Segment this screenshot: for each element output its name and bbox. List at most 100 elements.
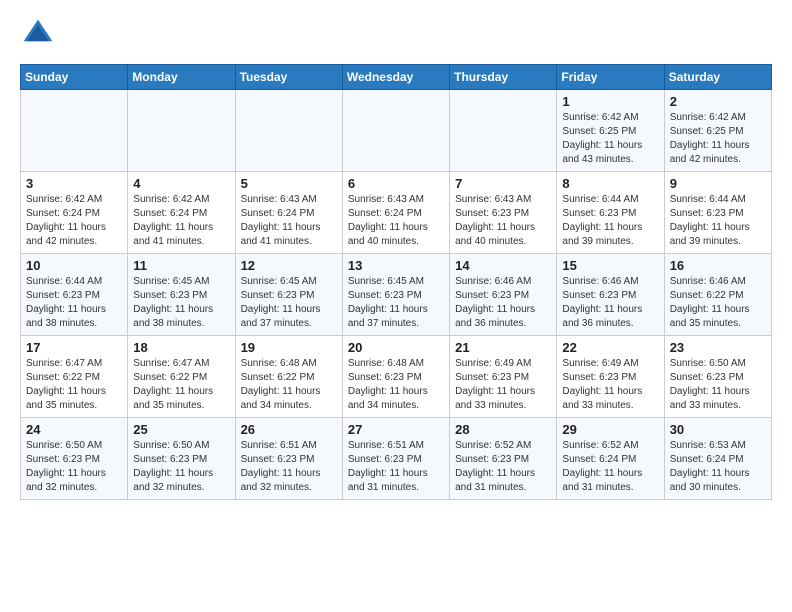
- day-number: 3: [26, 176, 122, 191]
- day-number: 30: [670, 422, 766, 437]
- calendar-header: SundayMondayTuesdayWednesdayThursdayFrid…: [21, 65, 772, 90]
- day-cell: 5 Sunrise: 6:43 AM Sunset: 6:24 PM Daylig…: [235, 172, 342, 254]
- day-number: 16: [670, 258, 766, 273]
- day-cell: 4 Sunrise: 6:42 AM Sunset: 6:24 PM Daylig…: [128, 172, 235, 254]
- day-number: 22: [562, 340, 658, 355]
- day-info: Sunrise: 6:45 AM Sunset: 6:23 PM Dayligh…: [133, 275, 229, 331]
- week-row-5: 24 Sunrise: 6:50 AM Sunset: 6:23 PM Dayli…: [21, 418, 772, 500]
- day-number: 8: [562, 176, 658, 191]
- day-cell: 7 Sunrise: 6:43 AM Sunset: 6:23 PM Daylig…: [450, 172, 557, 254]
- day-cell: [21, 90, 128, 172]
- week-row-4: 17 Sunrise: 6:47 AM Sunset: 6:22 PM Dayli…: [21, 336, 772, 418]
- day-cell: 24Sunrise: 6:50 AM Sunset: 6:23 PM Dayli…: [21, 418, 128, 500]
- day-cell: 27 Sunrise: 6:51 AM Sunset: 6:23 PM Dayli…: [342, 418, 449, 500]
- header: [20, 16, 772, 52]
- day-number: 9: [670, 176, 766, 191]
- day-info: Sunrise: 6:42 AM Sunset: 6:24 PM Dayligh…: [26, 193, 122, 249]
- day-cell: 9 Sunrise: 6:44 AM Sunset: 6:23 PM Daylig…: [664, 172, 771, 254]
- day-info: Sunrise: 6:50 AM Sunset: 6:23 PM Dayligh…: [133, 439, 229, 495]
- day-info: Sunrise: 6:48 AM Sunset: 6:22 PM Dayligh…: [241, 357, 337, 413]
- day-cell: 17Sunrise: 6:47 AM Sunset: 6:22 PM Dayli…: [21, 336, 128, 418]
- day-cell: 2 Sunrise: 6:42 AM Sunset: 6:25 PM Daylig…: [664, 90, 771, 172]
- day-number: 12: [241, 258, 337, 273]
- logo-icon: [20, 16, 56, 52]
- day-info: Sunrise: 6:44 AM Sunset: 6:23 PM Dayligh…: [562, 193, 658, 249]
- day-number: 27: [348, 422, 444, 437]
- week-row-3: 10Sunrise: 6:44 AM Sunset: 6:23 PM Dayli…: [21, 254, 772, 336]
- day-info: Sunrise: 6:47 AM Sunset: 6:22 PM Dayligh…: [133, 357, 229, 413]
- day-number: 11: [133, 258, 229, 273]
- calendar: SundayMondayTuesdayWednesdayThursdayFrid…: [20, 64, 772, 500]
- day-info: Sunrise: 6:42 AM Sunset: 6:25 PM Dayligh…: [670, 111, 766, 167]
- day-info: Sunrise: 6:46 AM Sunset: 6:23 PM Dayligh…: [562, 275, 658, 331]
- day-cell: [235, 90, 342, 172]
- day-cell: 15 Sunrise: 6:46 AM Sunset: 6:23 PM Dayli…: [557, 254, 664, 336]
- day-cell: 26 Sunrise: 6:51 AM Sunset: 6:23 PM Dayli…: [235, 418, 342, 500]
- day-cell: 1 Sunrise: 6:42 AM Sunset: 6:25 PM Daylig…: [557, 90, 664, 172]
- day-number: 19: [241, 340, 337, 355]
- day-cell: 6Sunrise: 6:43 AM Sunset: 6:24 PM Daylig…: [342, 172, 449, 254]
- day-info: Sunrise: 6:51 AM Sunset: 6:23 PM Dayligh…: [348, 439, 444, 495]
- day-cell: 3 Sunrise: 6:42 AM Sunset: 6:24 PM Daylig…: [21, 172, 128, 254]
- logo: [20, 16, 62, 52]
- page: SundayMondayTuesdayWednesdayThursdayFrid…: [0, 0, 792, 612]
- day-cell: 19 Sunrise: 6:48 AM Sunset: 6:22 PM Dayli…: [235, 336, 342, 418]
- day-number: 23: [670, 340, 766, 355]
- day-info: Sunrise: 6:46 AM Sunset: 6:22 PM Dayligh…: [670, 275, 766, 331]
- day-number: 5: [241, 176, 337, 191]
- day-cell: 14 Sunrise: 6:46 AM Sunset: 6:23 PM Dayli…: [450, 254, 557, 336]
- day-info: Sunrise: 6:44 AM Sunset: 6:23 PM Dayligh…: [26, 275, 122, 331]
- week-row-1: 1 Sunrise: 6:42 AM Sunset: 6:25 PM Daylig…: [21, 90, 772, 172]
- day-header-tuesday: Tuesday: [235, 65, 342, 90]
- day-number: 29: [562, 422, 658, 437]
- day-cell: [128, 90, 235, 172]
- day-number: 2: [670, 94, 766, 109]
- day-cell: 13Sunrise: 6:45 AM Sunset: 6:23 PM Dayli…: [342, 254, 449, 336]
- calendar-body: 1 Sunrise: 6:42 AM Sunset: 6:25 PM Daylig…: [21, 90, 772, 500]
- day-info: Sunrise: 6:43 AM Sunset: 6:23 PM Dayligh…: [455, 193, 551, 249]
- day-cell: 29 Sunrise: 6:52 AM Sunset: 6:24 PM Dayli…: [557, 418, 664, 500]
- day-info: Sunrise: 6:42 AM Sunset: 6:24 PM Dayligh…: [133, 193, 229, 249]
- day-cell: [450, 90, 557, 172]
- day-info: Sunrise: 6:44 AM Sunset: 6:23 PM Dayligh…: [670, 193, 766, 249]
- day-info: Sunrise: 6:49 AM Sunset: 6:23 PM Dayligh…: [562, 357, 658, 413]
- day-cell: 25 Sunrise: 6:50 AM Sunset: 6:23 PM Dayli…: [128, 418, 235, 500]
- day-info: Sunrise: 6:43 AM Sunset: 6:24 PM Dayligh…: [241, 193, 337, 249]
- day-header-thursday: Thursday: [450, 65, 557, 90]
- day-info: Sunrise: 6:51 AM Sunset: 6:23 PM Dayligh…: [241, 439, 337, 495]
- day-info: Sunrise: 6:53 AM Sunset: 6:24 PM Dayligh…: [670, 439, 766, 495]
- day-info: Sunrise: 6:45 AM Sunset: 6:23 PM Dayligh…: [348, 275, 444, 331]
- day-number: 15: [562, 258, 658, 273]
- day-number: 1: [562, 94, 658, 109]
- day-info: Sunrise: 6:43 AM Sunset: 6:24 PM Dayligh…: [348, 193, 444, 249]
- day-number: 17: [26, 340, 122, 355]
- day-cell: 30 Sunrise: 6:53 AM Sunset: 6:24 PM Dayli…: [664, 418, 771, 500]
- day-info: Sunrise: 6:46 AM Sunset: 6:23 PM Dayligh…: [455, 275, 551, 331]
- day-cell: 10Sunrise: 6:44 AM Sunset: 6:23 PM Dayli…: [21, 254, 128, 336]
- day-number: 21: [455, 340, 551, 355]
- week-row-2: 3 Sunrise: 6:42 AM Sunset: 6:24 PM Daylig…: [21, 172, 772, 254]
- day-cell: 23 Sunrise: 6:50 AM Sunset: 6:23 PM Dayli…: [664, 336, 771, 418]
- day-header-wednesday: Wednesday: [342, 65, 449, 90]
- day-number: 24: [26, 422, 122, 437]
- day-cell: 8 Sunrise: 6:44 AM Sunset: 6:23 PM Daylig…: [557, 172, 664, 254]
- day-info: Sunrise: 6:45 AM Sunset: 6:23 PM Dayligh…: [241, 275, 337, 331]
- day-number: 4: [133, 176, 229, 191]
- day-cell: 12 Sunrise: 6:45 AM Sunset: 6:23 PM Dayli…: [235, 254, 342, 336]
- day-number: 14: [455, 258, 551, 273]
- day-number: 25: [133, 422, 229, 437]
- day-info: Sunrise: 6:52 AM Sunset: 6:23 PM Dayligh…: [455, 439, 551, 495]
- day-header-sunday: Sunday: [21, 65, 128, 90]
- day-number: 7: [455, 176, 551, 191]
- day-header-saturday: Saturday: [664, 65, 771, 90]
- day-cell: 18Sunrise: 6:47 AM Sunset: 6:22 PM Dayli…: [128, 336, 235, 418]
- day-info: Sunrise: 6:42 AM Sunset: 6:25 PM Dayligh…: [562, 111, 658, 167]
- day-info: Sunrise: 6:50 AM Sunset: 6:23 PM Dayligh…: [670, 357, 766, 413]
- day-cell: 20Sunrise: 6:48 AM Sunset: 6:23 PM Dayli…: [342, 336, 449, 418]
- day-info: Sunrise: 6:48 AM Sunset: 6:23 PM Dayligh…: [348, 357, 444, 413]
- day-number: 28: [455, 422, 551, 437]
- day-info: Sunrise: 6:52 AM Sunset: 6:24 PM Dayligh…: [562, 439, 658, 495]
- day-cell: 11 Sunrise: 6:45 AM Sunset: 6:23 PM Dayli…: [128, 254, 235, 336]
- day-cell: [342, 90, 449, 172]
- day-number: 26: [241, 422, 337, 437]
